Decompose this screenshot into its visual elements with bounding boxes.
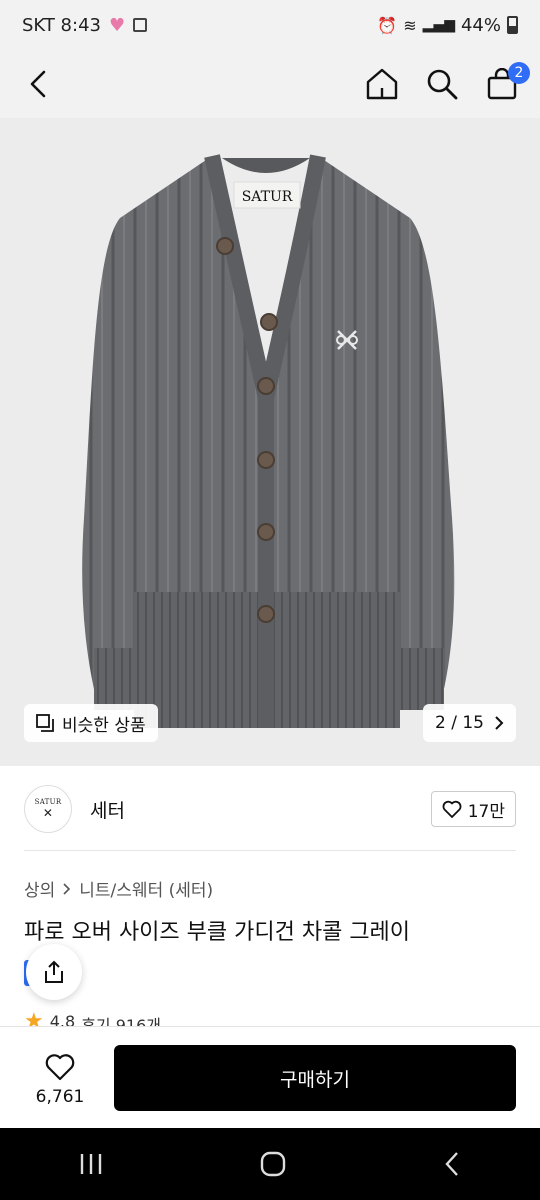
breadcrumb-subcategory[interactable]: 니트/스웨터 (세터): [79, 876, 213, 901]
heart-outline-icon: [45, 1054, 75, 1081]
search-button[interactable]: [424, 66, 460, 102]
wishlist-button[interactable]: 6,761: [24, 1045, 96, 1115]
brand-logo-emblem-icon: ✕: [42, 806, 54, 820]
search-icon: [427, 69, 458, 100]
brand-logo[interactable]: SATUR ✕: [24, 785, 72, 833]
breadcrumb-category[interactable]: 상의: [24, 876, 55, 901]
gallery-notification-icon: [133, 18, 148, 32]
system-navigation-bar: [0, 1128, 540, 1200]
battery-icon: [507, 16, 518, 34]
brand-row: SATUR ✕ 세터 17만: [24, 784, 516, 834]
battery-percent: 44%: [460, 14, 501, 36]
cart-button[interactable]: 2: [484, 62, 530, 102]
breadcrumb: 상의 니트/스웨터 (세터): [24, 876, 213, 901]
status-time: SKT 8:43: [22, 14, 101, 36]
cardigan-image: SATUR: [82, 154, 455, 728]
recent-apps-icon[interactable]: [78, 1152, 104, 1176]
brand-like-button[interactable]: 17만: [430, 791, 516, 827]
cart-count-badge: 2: [508, 62, 530, 84]
share-button[interactable]: [26, 944, 82, 1000]
garment-label-text: SATUR: [242, 189, 293, 205]
buy-button[interactable]: 구매하기: [114, 1045, 516, 1111]
image-page-counter[interactable]: 2 / 15: [423, 704, 516, 742]
heart-outline-icon: [442, 800, 462, 818]
product-title: 파로 오버 사이즈 부클 가디건 차콜 그레이: [24, 920, 411, 945]
signal-icon: ▂▄▆: [422, 17, 455, 33]
chevron-left-icon: [30, 70, 46, 98]
alarm-icon: ⏰: [377, 15, 398, 35]
divider: [24, 850, 516, 851]
similar-items-icon: [36, 714, 54, 732]
back-button[interactable]: [20, 66, 56, 102]
brand-logo-text: SATUR: [34, 798, 62, 806]
home-icon: [366, 68, 398, 100]
brand-like-count: 17만: [467, 801, 505, 822]
top-navigation: 2: [0, 50, 540, 118]
chevron-right-icon: [495, 716, 504, 730]
bottom-action-bar: 6,761 구매하기: [0, 1026, 540, 1128]
wifi-icon: ≋: [403, 15, 417, 35]
heart-notification-icon: ♥: [108, 14, 126, 36]
wishlist-count: 6,761: [35, 1087, 85, 1107]
similar-products-button[interactable]: 비슷한 상품: [24, 704, 158, 742]
product-image-carousel[interactable]: SATUR: [0, 118, 540, 766]
home-button[interactable]: [364, 66, 400, 102]
status-bar: SKT 8:43 ♥ ⏰ ≋ ▂▄▆ 44%: [0, 0, 540, 50]
brand-name[interactable]: 세터: [90, 796, 125, 823]
home-nav-icon[interactable]: [259, 1150, 287, 1178]
share-icon: [45, 960, 63, 983]
chevron-right-icon: [63, 882, 71, 895]
similar-products-label: 비슷한 상품: [62, 715, 146, 736]
back-nav-icon[interactable]: [442, 1151, 462, 1177]
page-counter-text: 2 / 15: [435, 713, 484, 733]
